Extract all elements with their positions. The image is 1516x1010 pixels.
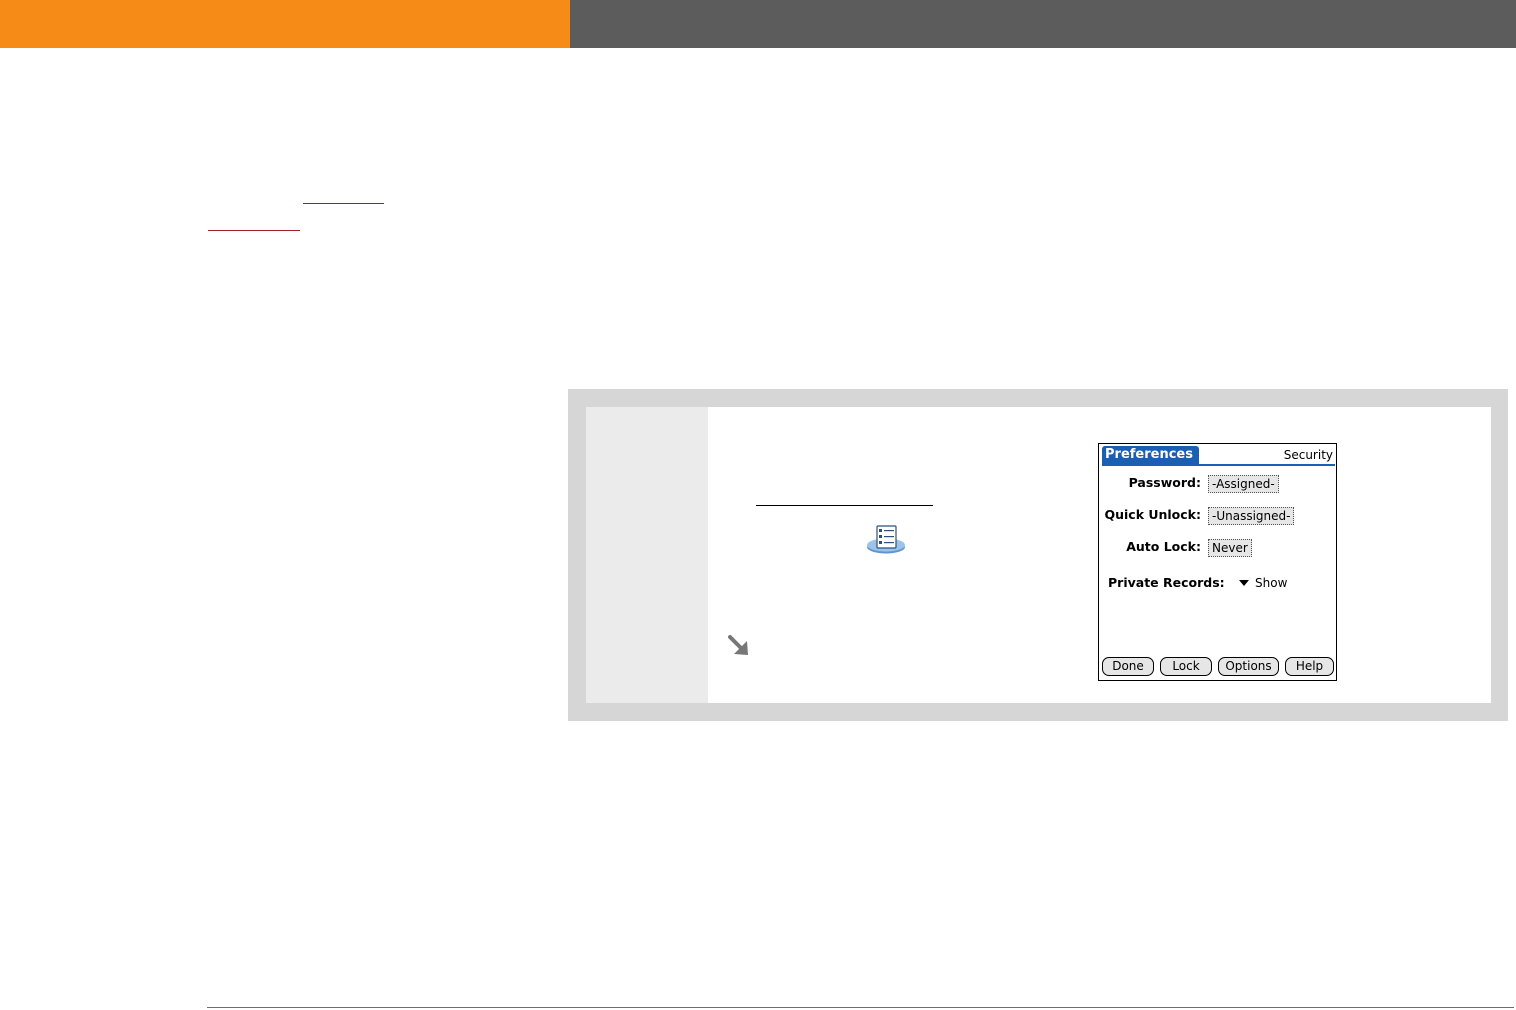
text-underline xyxy=(756,505,933,506)
footer-divider xyxy=(207,1007,1514,1008)
private-records-label: Private Records: xyxy=(1108,575,1225,590)
preferences-app-icon xyxy=(867,525,905,554)
palm-section-name[interactable]: Security xyxy=(1284,447,1333,463)
quick-unlock-label: Quick Unlock: xyxy=(1104,507,1201,522)
step-number-column xyxy=(586,407,708,703)
lock-button[interactable]: Lock xyxy=(1160,657,1212,676)
tip-arrow-icon xyxy=(728,635,748,655)
dropdown-caret-icon[interactable] xyxy=(1239,580,1249,586)
palm-title-tab[interactable]: Preferences xyxy=(1102,446,1199,464)
header-bar-orange xyxy=(0,0,570,48)
password-label: Password: xyxy=(1128,475,1201,490)
palm-preferences-screen: Preferences Security Password: -Assigned… xyxy=(1098,443,1337,681)
page: Preferences Security Password: -Assigned… xyxy=(0,0,1516,1010)
margin-link-2[interactable] xyxy=(208,230,300,231)
header-bar-gray xyxy=(570,0,1516,48)
options-button[interactable]: Options xyxy=(1218,657,1279,676)
auto-lock-selector[interactable]: Never xyxy=(1208,539,1252,557)
private-records-dropdown[interactable]: Show xyxy=(1255,575,1287,591)
palm-title-underline xyxy=(1102,464,1335,466)
password-selector[interactable]: -Assigned- xyxy=(1208,475,1279,493)
help-button[interactable]: Help xyxy=(1285,657,1334,676)
margin-link-1[interactable] xyxy=(303,203,384,204)
palm-title-bar: Preferences Security xyxy=(1099,444,1336,466)
quick-unlock-selector[interactable]: -Unassigned- xyxy=(1208,507,1295,525)
auto-lock-label: Auto Lock: xyxy=(1126,539,1201,554)
done-button[interactable]: Done xyxy=(1102,657,1154,676)
